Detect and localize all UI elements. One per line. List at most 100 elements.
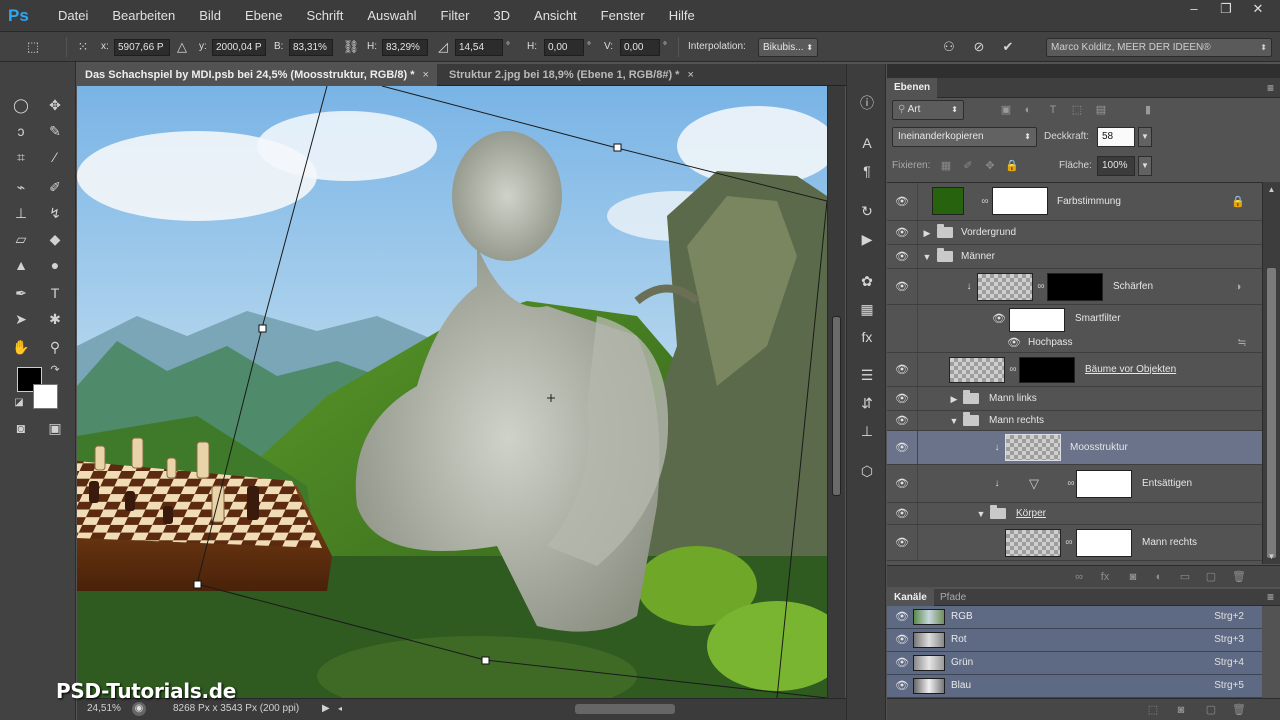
dodge-tool-icon[interactable]: ● [44, 254, 66, 276]
delete-channel-icon[interactable]: 🗑 [1231, 703, 1247, 717]
smart-filter-toggle-icon[interactable]: ◑ [1231, 280, 1245, 294]
filter-kind-select[interactable]: ⚲ Art ⬍ [892, 100, 964, 120]
status-info-icon[interactable]: ◉ [132, 702, 146, 716]
channel-row[interactable]: 👁 Grün Strg+4 [887, 652, 1262, 675]
visibility-eye-icon[interactable]: 👁 [895, 441, 909, 455]
history-brush-tool-icon[interactable]: ↯ [44, 202, 66, 224]
paint-bucket-tool-icon[interactable]: ◆ [44, 228, 66, 250]
filter-pixel-icon[interactable]: ▣ [997, 99, 1015, 121]
clone-source-icon[interactable]: ⊥ [856, 420, 878, 442]
restore-icon[interactable]: ❐ [1210, 0, 1242, 20]
layer-row[interactable]: 👁 ▶ Vordergrund [887, 221, 1262, 245]
menu-filter[interactable]: Filter [429, 0, 482, 32]
document-canvas[interactable] [77, 86, 827, 698]
visibility-eye-icon[interactable]: 👁 [895, 679, 909, 693]
visibility-eye-icon[interactable]: 👁 [895, 610, 909, 624]
layer-row[interactable]: 👁 ▶ Mann links [887, 387, 1262, 411]
filter-type-icon[interactable]: T [1044, 99, 1062, 121]
visibility-eye-icon[interactable]: 👁 [895, 392, 909, 406]
opacity-input[interactable]: 58 [1097, 127, 1135, 147]
angle-field[interactable]: 14,54 [455, 39, 503, 56]
fill-input[interactable]: 100% [1097, 156, 1135, 176]
layer-mask-thumbnail[interactable] [1076, 470, 1132, 498]
warp-icon[interactable]: ⚇ [940, 38, 958, 56]
scroll-thumb[interactable] [832, 316, 841, 496]
visibility-eye-icon[interactable]: 👁 [895, 507, 909, 521]
add-mask-icon[interactable]: ◙ [1125, 570, 1141, 584]
visibility-eye-icon[interactable]: 👁 [895, 280, 909, 294]
channel-row[interactable]: 👁 Rot Strg+3 [887, 629, 1262, 652]
zoom-tool-icon[interactable]: ⚲ [44, 336, 66, 358]
save-selection-icon[interactable]: ◙ [1173, 703, 1189, 717]
lasso-tool-icon[interactable]: ↄ [10, 120, 32, 142]
layer-row[interactable]: 👁 Smartfilter [887, 305, 1262, 333]
menu-3d[interactable]: 3D [481, 0, 522, 32]
link-chain-icon[interactable]: ∞ [981, 195, 989, 209]
reference-point-icon[interactable]: ⁙ [74, 38, 92, 56]
character-icon[interactable]: A [856, 132, 878, 154]
commit-transform-icon[interactable]: ✔ [999, 38, 1017, 56]
vskew-field[interactable]: 0,00 [620, 39, 660, 56]
channel-row[interactable]: 👁 Blau Strg+5 [887, 675, 1262, 698]
close-icon[interactable]: ✕ [1242, 0, 1274, 20]
filter-options-icon[interactable]: ≒ [1235, 336, 1249, 350]
new-layer-icon[interactable]: ▢ [1203, 570, 1219, 584]
menu-fenster[interactable]: Fenster [589, 0, 657, 32]
default-colors-icon[interactable]: ◪ [8, 392, 30, 414]
link-chain-icon[interactable]: ∞ [1009, 363, 1017, 377]
blend-mode-select[interactable]: Ineinanderkopieren ⬍ [892, 127, 1037, 147]
minimize-icon[interactable]: – [1178, 0, 1210, 20]
color-icon[interactable]: ✿ [856, 270, 878, 292]
height-field[interactable]: 83,29% [382, 39, 428, 56]
expand-arrow-icon[interactable]: ▶ [949, 393, 959, 405]
path-selection-tool-icon[interactable]: ➤ [10, 308, 32, 330]
load-selection-icon[interactable]: ⬚ [1145, 703, 1161, 717]
transform-tool-icon[interactable]: ⬚ [24, 38, 42, 56]
paragraph-icon[interactable]: ¶ [856, 160, 878, 182]
layer-row-selected[interactable]: 👁 ↓ Moosstruktur [887, 431, 1262, 465]
filter-mask-thumbnail[interactable] [1009, 308, 1065, 332]
layer-row[interactable]: 👁 ∞ Farbstimmung 🔒 [887, 183, 1262, 221]
visibility-eye-icon[interactable]: 👁 [1007, 336, 1021, 350]
eyedropper-tool-icon[interactable]: ⁄ [44, 146, 66, 168]
expand-arrow-icon[interactable]: ▶ [922, 227, 932, 239]
visibility-eye-icon[interactable]: 👁 [895, 250, 909, 264]
collapse-arrow-icon[interactable]: ▼ [922, 251, 932, 263]
layer-mask-thumbnail[interactable] [992, 187, 1048, 215]
channels-menu-icon[interactable]: ≡ [1267, 589, 1274, 605]
scroll-up-icon[interactable]: ▲ [1263, 185, 1280, 194]
link-chain-icon[interactable]: ∞ [1037, 280, 1045, 294]
tab-pfade[interactable]: Pfade [933, 589, 973, 606]
visibility-eye-icon[interactable]: 👁 [895, 363, 909, 377]
visibility-eye-icon[interactable]: 👁 [895, 477, 909, 491]
screen-mode-icon[interactable]: ▣ [44, 417, 66, 439]
marquee-tool-icon[interactable]: ◯ [10, 94, 32, 116]
menu-auswahl[interactable]: Auswahl [355, 0, 428, 32]
add-style-icon[interactable]: fx [1097, 570, 1113, 584]
info-icon[interactable]: ⓘ [856, 92, 878, 114]
horizontal-scroll-thumb[interactable] [575, 704, 675, 714]
layers-scroll-thumb[interactable] [1267, 268, 1276, 558]
panel-menu-icon[interactable]: ≡ [1267, 80, 1274, 96]
scroll-left-icon[interactable]: ◂ [338, 699, 342, 719]
layer-mask-thumbnail[interactable] [1076, 529, 1132, 557]
new-adjustment-icon[interactable]: ◐ [1151, 570, 1167, 584]
crop-tool-icon[interactable]: ⌗ [10, 146, 32, 168]
y-field[interactable]: 2000,04 P [212, 39, 266, 56]
brush-tool-icon[interactable]: ✐ [44, 176, 66, 198]
visibility-eye-icon[interactable]: 👁 [895, 414, 909, 428]
filter-adjustment-icon[interactable]: ◐ [1019, 99, 1037, 121]
layer-mask-thumbnail[interactable] [1019, 357, 1075, 383]
cancel-transform-icon[interactable]: ⊘ [970, 38, 988, 56]
link-chain-icon[interactable]: ∞ [1065, 536, 1073, 550]
menu-hilfe[interactable]: Hilfe [657, 0, 707, 32]
scroll-down-icon[interactable]: ▼ [1263, 552, 1280, 561]
workspace-select[interactable]: Marco Kolditz, MEER DER IDEEN® ⬍ [1046, 38, 1272, 57]
filter-smartobject-icon[interactable]: ▤ [1092, 99, 1110, 121]
swatches-icon[interactable]: ▦ [856, 298, 878, 320]
shape-tool-icon[interactable]: ✱ [44, 308, 66, 330]
width-field[interactable]: 83,31% [289, 39, 333, 56]
layer-row[interactable]: 👁 ∞ Bäume vor Objekten [887, 353, 1262, 387]
layer-row[interactable]: 👁 ▼ Männer [887, 245, 1262, 269]
lock-position-icon[interactable]: ✥ [983, 156, 997, 176]
